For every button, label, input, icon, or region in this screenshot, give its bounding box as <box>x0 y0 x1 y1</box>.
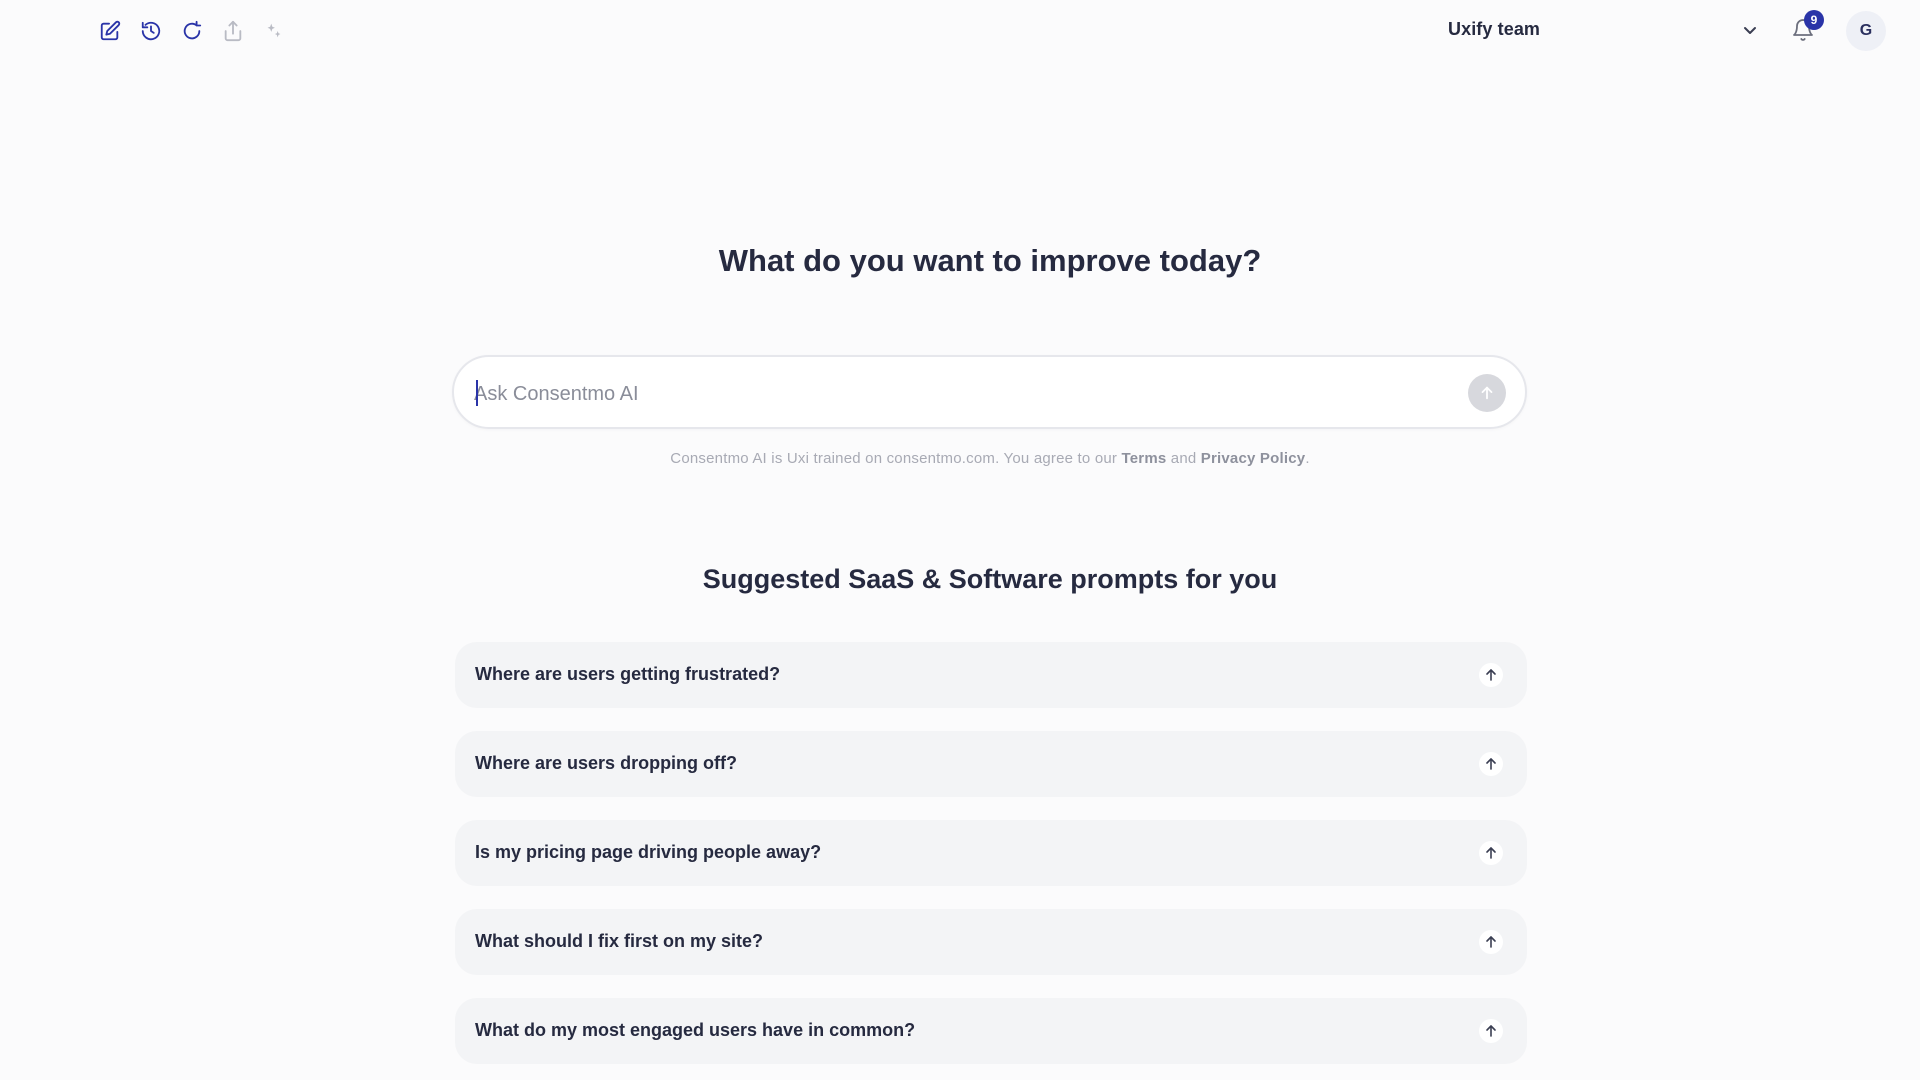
prompt-text: Where are users dropping off? <box>475 753 738 773</box>
prompt-text: What do my most engaged users have in co… <box>475 1020 916 1040</box>
page-title: What do you want to improve today? <box>718 243 1262 278</box>
prompt-item[interactable]: What do my most engaged users have in co… <box>455 998 1527 1064</box>
arrow-up-icon <box>1479 930 1503 954</box>
notification-badge: 9 <box>1804 10 1824 30</box>
prompt-item[interactable]: Where are users getting frustrated? <box>455 642 1527 708</box>
disclaimer-suffix: . <box>1305 450 1310 467</box>
disclaimer: Consentmo AI is Uxi trained on consentmo… <box>0 450 1920 467</box>
prompt-text: Is my pricing page driving people away? <box>475 842 822 862</box>
arrow-up-icon <box>1479 663 1503 687</box>
refresh-icon[interactable] <box>180 19 204 43</box>
prompt-text: What should I fix first on my site? <box>475 931 764 951</box>
arrow-up-icon <box>1481 386 1493 400</box>
disclaimer-and: and <box>1166 450 1201 467</box>
sparkle-icon[interactable] <box>262 19 286 43</box>
send-button[interactable] <box>1468 374 1506 412</box>
chevron-down-icon[interactable] <box>1740 20 1760 40</box>
prompt-item[interactable]: What should I fix first on my site? <box>455 909 1527 975</box>
prompt-item[interactable]: Where are users dropping off? <box>455 731 1527 797</box>
toolbar <box>98 19 286 43</box>
terms-link[interactable]: Terms <box>1121 450 1166 467</box>
arrow-up-icon <box>1479 752 1503 776</box>
ask-input[interactable] <box>474 377 1444 411</box>
share-icon[interactable] <box>221 19 245 43</box>
top-bar: Uxify team 9 G <box>0 0 1920 62</box>
suggestions-title: Suggested SaaS & Software prompts for yo… <box>702 564 1278 594</box>
prompt-text: Where are users getting frustrated? <box>475 664 781 684</box>
arrow-up-icon <box>1479 1019 1503 1043</box>
arrow-up-icon <box>1479 841 1503 865</box>
text-caret <box>476 380 478 406</box>
team-name[interactable]: Uxify team <box>1448 19 1540 40</box>
ask-box <box>452 355 1527 429</box>
privacy-policy-link[interactable]: Privacy Policy <box>1201 450 1306 467</box>
app-root: Uxify team 9 G What do you want to impro… <box>0 0 1920 1080</box>
suggested-prompts: Where are users getting frustrated? Wher… <box>455 642 1527 1080</box>
prompt-item[interactable]: Is my pricing page driving people away? <box>455 820 1527 886</box>
edit-icon[interactable] <box>98 19 122 43</box>
history-icon[interactable] <box>139 19 163 43</box>
disclaimer-text: Consentmo AI is Uxi trained on consentmo… <box>670 450 1122 467</box>
avatar[interactable]: G <box>1846 11 1886 51</box>
